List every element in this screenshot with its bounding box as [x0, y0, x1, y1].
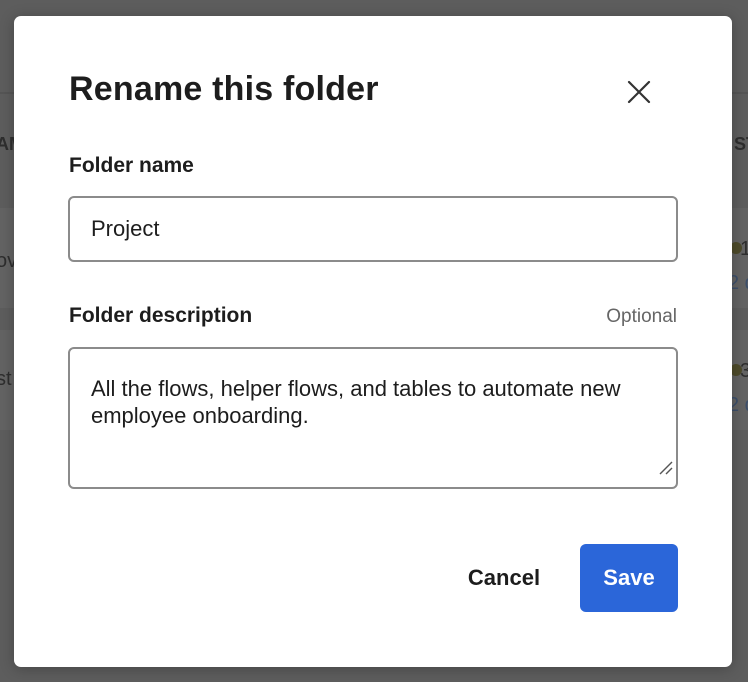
- background-column-header: ST: [734, 134, 748, 154]
- folder-description-textarea[interactable]: All the flows, helper flows, and tables …: [68, 347, 678, 489]
- resize-handle-icon[interactable]: [657, 459, 673, 475]
- rename-folder-dialog: Rename this folder Folder name Folder de…: [14, 16, 732, 667]
- background-row-text: 3: [740, 360, 748, 382]
- folder-name-label: Folder name: [69, 154, 194, 177]
- dialog-title: Rename this folder: [69, 70, 379, 108]
- folder-description-label: Folder description: [69, 304, 253, 327]
- background-row-text: 1: [740, 238, 748, 260]
- close-icon: [627, 80, 651, 104]
- folder-name-input[interactable]: [68, 196, 678, 262]
- cancel-button[interactable]: Cancel: [452, 544, 556, 612]
- optional-label: Optional: [606, 306, 677, 327]
- save-button[interactable]: Save: [580, 544, 678, 612]
- close-button[interactable]: [625, 78, 653, 106]
- background-row-text: st: [0, 368, 12, 390]
